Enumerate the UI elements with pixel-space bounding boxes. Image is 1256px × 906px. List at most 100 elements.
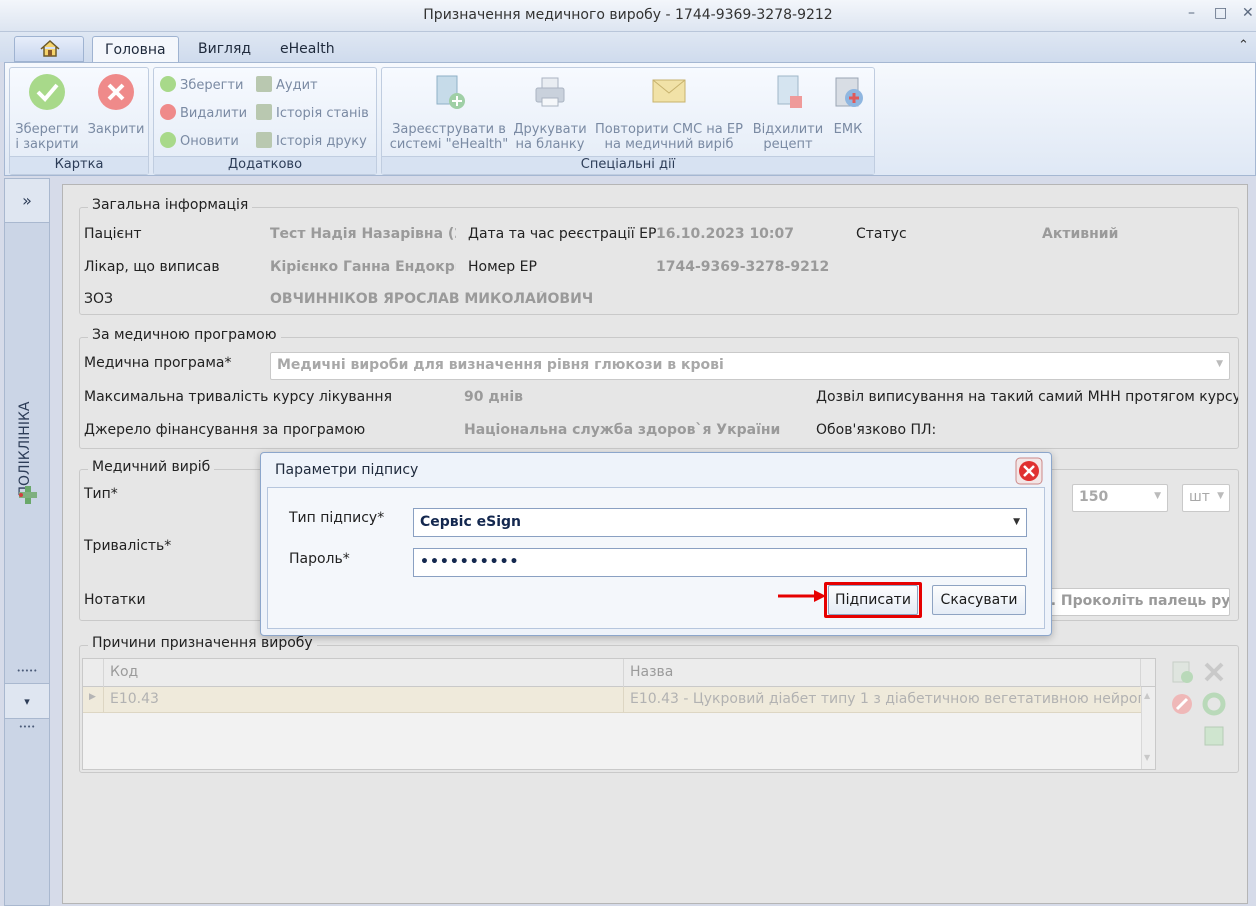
column-code[interactable]: Код [103, 659, 623, 687]
doctor-value: Кірієнко Ганна Ендокринол [270, 259, 456, 275]
tab-ehealth[interactable]: eHealth [268, 36, 347, 62]
registration-date-label: Дата та час реєстрації ЕР [468, 226, 657, 242]
print-history-icon [256, 132, 272, 148]
reject-document-icon [777, 75, 802, 108]
splitter-grip[interactable]: ••••• [5, 667, 49, 679]
ribbon-tabs: Головна Вигляд eHealth ⌃ [0, 32, 1256, 62]
group-label: Додатково [154, 156, 376, 174]
refresh-button[interactable]: Оновити [160, 132, 239, 149]
quantity-select[interactable]: 150 ▼ [1072, 484, 1168, 512]
type-label: Тип* [84, 486, 118, 502]
reasons-table: Код Назва ▶ E10.43 E10.43 - Цукровий діа… [82, 658, 1156, 770]
tab-view[interactable]: Вигляд [186, 36, 263, 62]
maximize-button[interactable]: □ [1214, 5, 1227, 21]
delete-reason-icon[interactable] [1170, 692, 1194, 716]
zoz-label: ЗОЗ [84, 291, 113, 307]
module-icon [19, 486, 37, 504]
reasons-group: Причини призначення виробу Код Назва ▶ E… [79, 635, 1239, 773]
resend-sms-button[interactable]: Повторити СМС на ЕР на медичний виріб [590, 72, 748, 152]
save-icon [160, 76, 176, 92]
close-window-button[interactable]: ✕ [1242, 5, 1254, 21]
export-reason-icon[interactable] [1202, 724, 1226, 748]
status-label: Статус [856, 226, 907, 242]
reject-recipe-button[interactable]: Відхилити рецепт [750, 72, 826, 152]
max-duration-value: 90 днів [464, 389, 523, 405]
home-icon [40, 39, 60, 57]
envelope-icon [652, 79, 686, 103]
reasons-legend: Причини призначення виробу [88, 635, 317, 651]
check-icon [29, 74, 65, 110]
register-document-icon [436, 75, 465, 109]
doctor-label: Лікар, що виписав [84, 259, 220, 275]
audit-button[interactable]: Аудит [256, 76, 318, 93]
dialog-close-icon[interactable] [1015, 457, 1043, 485]
collapse-ribbon-icon[interactable]: ⌃ [1238, 38, 1249, 53]
navigation-sidebar: » ПОЛІКЛІНІКА ••••• ▾ •••• [4, 178, 50, 906]
emk-button[interactable]: ЕМК [826, 72, 870, 137]
password-field[interactable]: •••••••••• [413, 548, 1027, 577]
patient-value: Тест Надія Назарівна (22.0 [270, 226, 456, 242]
home-tab[interactable] [14, 36, 84, 62]
row-code: E10.43 [103, 687, 623, 713]
medical-record-icon [835, 77, 863, 107]
row-indicator-icon: ▶ [89, 692, 96, 702]
cancel-button[interactable]: Скасувати [932, 585, 1026, 615]
state-history-button[interactable]: Історія станів [256, 104, 369, 121]
program-select[interactable]: Медичні вироби для визначення рівня глюк… [270, 352, 1230, 380]
notes-field[interactable]: 1. Проколіть палець ручкою [1034, 588, 1230, 616]
print-form-button[interactable]: Друкувати на бланку [512, 72, 588, 152]
delete-button[interactable]: Видалити [160, 104, 247, 121]
table-scrollbar[interactable]: ▲ ▼ [1141, 687, 1155, 769]
ribbon-group-extra: Зберегти Видалити Оновити Аудит Історія … [153, 67, 377, 175]
register-ehealth-button[interactable]: Зареєструвати в системі "eHealth" [386, 72, 512, 152]
tab-main[interactable]: Головна [92, 36, 179, 62]
minimize-button[interactable]: – [1188, 5, 1195, 21]
patient-label: Пацієнт [84, 226, 142, 242]
max-duration-label: Максимальна тривалість курсу лікування [84, 389, 392, 405]
device-legend: Медичний виріб [88, 459, 215, 475]
sidebar-menu-arrow[interactable]: ▾ [5, 683, 49, 719]
recipe-number-value: 1744-9369-3278-9212 [656, 259, 830, 275]
refresh-icon [160, 132, 176, 148]
column-name[interactable]: Назва [623, 659, 1141, 687]
delete-icon [160, 104, 176, 120]
row-name: E10.43 - Цукровий діабет типу 1 з діабет… [623, 687, 1141, 713]
dialog-body: Тип підпису* Сервіс eSign ▼ Пароль* ••••… [267, 487, 1045, 629]
save-close-button[interactable]: Зберегти і закрити [14, 72, 80, 152]
signature-type-value: Сервіс eSign [420, 514, 521, 530]
general-info-group: Загальна інформація Пацієнт Тест Надія Н… [79, 197, 1239, 315]
chevron-down-icon: ▼ [1013, 517, 1020, 527]
scroll-down-icon[interactable]: ▼ [1144, 753, 1150, 762]
status-value: Активний [1042, 226, 1119, 242]
title-bar: Призначення медичного виробу - 1744-9369… [0, 0, 1256, 32]
duration-label: Тривалість* [84, 538, 172, 554]
table-row[interactable]: ▶ E10.43 E10.43 - Цукровий діабет типу 1… [83, 687, 1141, 713]
window-title: Призначення медичного виробу - 1744-9369… [423, 7, 833, 23]
ribbon-group-card: Зберегти і закрити Закрити Картка [9, 67, 149, 175]
add-reason-icon[interactable] [1170, 660, 1194, 684]
expand-sidebar-button[interactable]: » [5, 179, 49, 223]
edit-tools-icon[interactable] [1202, 660, 1226, 684]
audit-icon [256, 76, 272, 92]
scroll-up-icon[interactable]: ▲ [1144, 691, 1150, 700]
signature-dialog: Параметри підпису Тип підпису* Сервіс eS… [260, 452, 1052, 636]
signature-type-select[interactable]: Сервіс eSign ▼ [413, 508, 1027, 537]
program-select-value: Медичні вироби для визначення рівня глюк… [277, 357, 724, 373]
close-card-button[interactable]: Закрити [86, 72, 146, 137]
unit-select[interactable]: шт ▼ [1182, 484, 1230, 512]
funding-label: Джерело фінансування за програмою [84, 422, 366, 438]
zoz-value: ОВЧИННІКОВ ЯРОСЛАВ МИКОЛАЙОВИЧ [270, 291, 594, 307]
save-button[interactable]: Зберегти [160, 76, 243, 93]
required-label: Обов'язково ПЛ: [816, 422, 937, 438]
chevron-down-icon: ▼ [1154, 491, 1161, 501]
ribbon-group-special: Зареєструвати в системі "eHealth" Друкув… [381, 67, 875, 175]
program-legend: За медичною програмою [88, 327, 281, 343]
print-history-button[interactable]: Історія друку [256, 132, 367, 149]
printer-icon [535, 77, 565, 107]
recipe-number-label: Номер ЕР [468, 259, 537, 275]
sign-button[interactable]: Підписати [828, 585, 918, 615]
group-label: Картка [10, 156, 148, 174]
refresh-reason-icon[interactable] [1202, 692, 1226, 716]
table-header: Код Назва [83, 659, 1155, 687]
ribbon: Зберегти і закрити Закрити Картка Зберег… [4, 62, 1256, 176]
